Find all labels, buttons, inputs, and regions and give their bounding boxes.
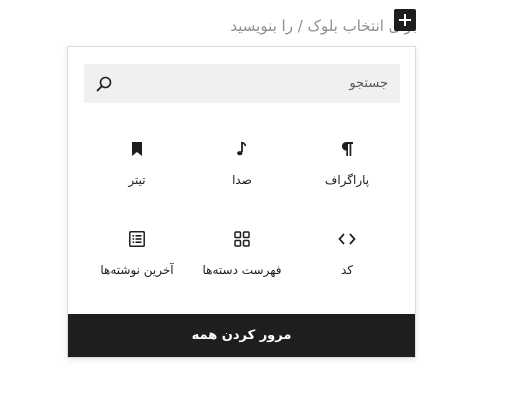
block-placeholder-text[interactable]: برای انتخاب بلوک / را بنویسید xyxy=(195,14,417,38)
block-label: آخرین نوشته‌ها xyxy=(100,263,174,277)
paragraph-icon xyxy=(336,138,358,160)
block-label: تیتر xyxy=(128,173,146,187)
plus-icon xyxy=(399,14,411,26)
block-label: صدا xyxy=(232,173,252,187)
block-item-categories[interactable]: فهرست دسته‌ها xyxy=(187,216,297,294)
search-input[interactable] xyxy=(122,64,388,103)
block-label: کد xyxy=(340,263,353,277)
block-item-audio[interactable]: صدا xyxy=(187,126,297,204)
categories-icon xyxy=(231,228,253,250)
block-item-paragraph[interactable]: پاراگراف xyxy=(292,126,402,204)
browse-all-button[interactable]: مرور کردن همه xyxy=(68,314,415,357)
editor-canvas: برای انتخاب بلوک / را بنویسید پاراگراف xyxy=(0,0,530,414)
audio-icon xyxy=(231,138,253,160)
latest-posts-icon xyxy=(126,228,148,250)
add-block-button[interactable] xyxy=(394,9,416,31)
block-item-latest-posts[interactable]: آخرین نوشته‌ها xyxy=(82,216,192,294)
search-icon[interactable] xyxy=(95,75,113,93)
block-label: پاراگراف xyxy=(324,173,370,187)
block-item-heading[interactable]: تیتر xyxy=(82,126,192,204)
block-inserter-popover: پاراگراف صدا تیتر xyxy=(67,46,416,358)
block-item-code[interactable]: کد xyxy=(292,216,402,294)
code-icon xyxy=(336,228,358,250)
block-label: فهرست دسته‌ها xyxy=(202,263,282,277)
search-box xyxy=(84,64,400,103)
heading-icon xyxy=(126,138,148,160)
